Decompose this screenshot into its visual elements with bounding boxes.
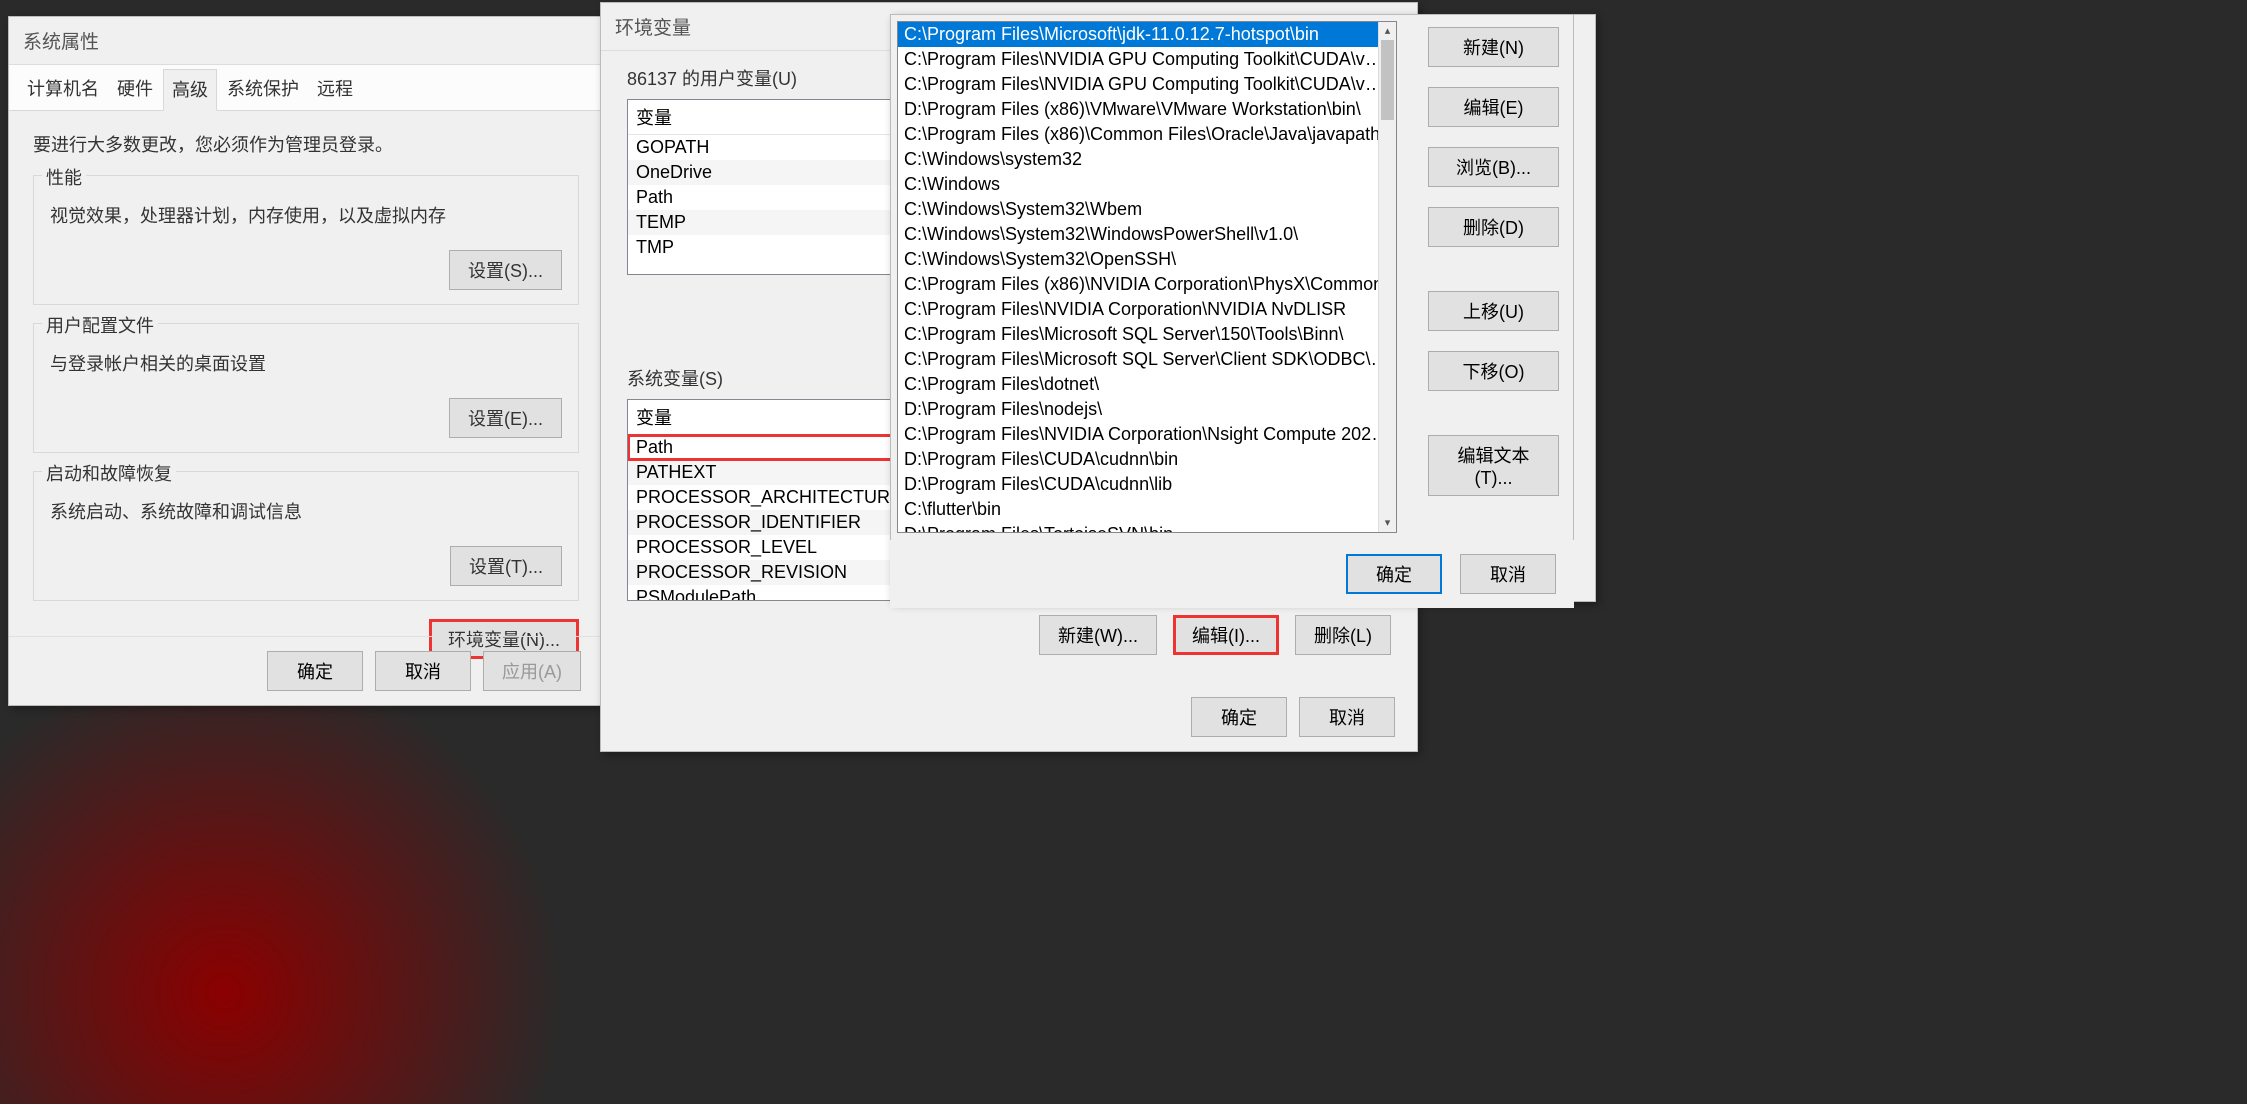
performance-group: 性能 视觉效果，处理器计划，内存使用，以及虚拟内存 设置(S)...	[33, 175, 579, 305]
path-scrollbar[interactable]: ▴ ▾	[1378, 22, 1396, 532]
performance-settings-button[interactable]: 设置(S)...	[449, 250, 562, 290]
path-delete-button[interactable]: 删除(D)	[1428, 207, 1559, 247]
list-item[interactable]: D:\Program Files\TortoiseSVN\bin	[898, 522, 1396, 533]
sysprops-ok-button[interactable]: 确定	[267, 651, 363, 691]
path-movedown-button[interactable]: 下移(O)	[1428, 351, 1559, 391]
tab-advanced[interactable]: 高级	[163, 69, 217, 111]
list-item[interactable]: C:\Program Files\NVIDIA Corporation\Nsig…	[898, 422, 1396, 447]
var-name: PROCESSOR_REVISION	[628, 560, 908, 585]
path-edit-button[interactable]: 编辑(E)	[1428, 87, 1559, 127]
list-item[interactable]: C:\flutter\bin	[898, 497, 1396, 522]
envvars-ok-button[interactable]: 确定	[1191, 697, 1287, 737]
tab-computer-name[interactable]: 计算机名	[19, 69, 107, 110]
startup-desc: 系统启动、系统故障和调试信息	[50, 498, 562, 524]
var-name: PROCESSOR_IDENTIFIER	[628, 510, 908, 535]
user-profile-settings-button[interactable]: 设置(E)...	[449, 398, 562, 438]
admin-note: 要进行大多数更改，您必须作为管理员登录。	[33, 131, 579, 157]
sysprops-button-row: 确定 取消 应用(A)	[9, 636, 603, 705]
var-name: TEMP	[628, 210, 908, 235]
edit-path-side-buttons: 新建(N) 编辑(E) 浏览(B)... 删除(D) 上移(U) 下移(O) 编…	[1414, 14, 1574, 602]
list-item[interactable]: C:\Windows\System32\Wbem	[898, 197, 1396, 222]
list-item[interactable]: C:\Program Files (x86)\NVIDIA Corporatio…	[898, 272, 1396, 297]
list-item[interactable]: C:\Windows	[898, 172, 1396, 197]
sysprops-title: 系统属性	[9, 17, 603, 65]
var-name: PSModulePath	[628, 585, 908, 601]
path-listbox[interactable]: C:\Program Files\Microsoft\jdk-11.0.12.7…	[897, 21, 1397, 533]
list-item[interactable]: C:\Program Files\NVIDIA GPU Computing To…	[898, 72, 1396, 97]
sysprops-tabstrip: 计算机名 硬件 高级 系统保护 远程	[9, 65, 603, 111]
list-item[interactable]: C:\Program Files\dotnet\	[898, 372, 1396, 397]
var-name: Path	[628, 185, 908, 210]
list-item[interactable]: D:\Program Files\CUDA\cudnn\bin	[898, 447, 1396, 472]
var-name: Path	[628, 435, 908, 460]
scroll-thumb[interactable]	[1381, 40, 1394, 120]
sysprops-apply-button[interactable]: 应用(A)	[483, 651, 581, 691]
tab-hardware[interactable]: 硬件	[109, 69, 161, 110]
var-name: PATHEXT	[628, 460, 908, 485]
var-name: PROCESSOR_ARCHITECTURE	[628, 485, 908, 510]
user-profile-legend: 用户配置文件	[42, 312, 158, 338]
sysvar-new-button[interactable]: 新建(W)...	[1039, 615, 1157, 655]
user-profile-desc: 与登录帐户相关的桌面设置	[50, 350, 562, 376]
var-name: GOPATH	[628, 135, 908, 160]
envvars-button-row: 确定 取消	[601, 683, 1417, 751]
list-item[interactable]: C:\Program Files\Microsoft SQL Server\15…	[898, 322, 1396, 347]
startup-recovery-group: 启动和故障恢复 系统启动、系统故障和调试信息 设置(T)...	[33, 471, 579, 601]
sysvar-delete-button[interactable]: 删除(L)	[1295, 615, 1391, 655]
sysprops-cancel-button[interactable]: 取消	[375, 651, 471, 691]
tab-remote[interactable]: 远程	[309, 69, 361, 110]
var-name: OneDrive	[628, 160, 908, 185]
path-ok-button[interactable]: 确定	[1346, 554, 1442, 594]
system-properties-dialog: 系统属性 计算机名 硬件 高级 系统保护 远程 要进行大多数更改，您必须作为管理…	[8, 16, 604, 706]
performance-legend: 性能	[42, 164, 86, 190]
scroll-up-icon[interactable]: ▴	[1379, 22, 1396, 40]
var-name: TMP	[628, 235, 908, 260]
list-item[interactable]: D:\Program Files (x86)\VMware\VMware Wor…	[898, 97, 1396, 122]
envvars-cancel-button[interactable]: 取消	[1299, 697, 1395, 737]
col-var-header[interactable]: 变量	[628, 100, 908, 134]
startup-settings-button[interactable]: 设置(T)...	[450, 546, 562, 586]
path-new-button[interactable]: 新建(N)	[1428, 27, 1559, 67]
list-item[interactable]: C:\Program Files (x86)\Common Files\Orac…	[898, 122, 1396, 147]
list-item[interactable]: D:\Program Files\nodejs\	[898, 397, 1396, 422]
var-name: PROCESSOR_LEVEL	[628, 535, 908, 560]
list-item[interactable]: C:\Windows\System32\WindowsPowerShell\v1…	[898, 222, 1396, 247]
list-item[interactable]: D:\Program Files\CUDA\cudnn\lib	[898, 472, 1396, 497]
user-profile-group: 用户配置文件 与登录帐户相关的桌面设置 设置(E)...	[33, 323, 579, 453]
list-item[interactable]: C:\Program Files\NVIDIA GPU Computing To…	[898, 47, 1396, 72]
path-browse-button[interactable]: 浏览(B)...	[1428, 147, 1559, 187]
sysvar-edit-button[interactable]: 编辑(I)...	[1173, 615, 1279, 655]
path-edittext-button[interactable]: 编辑文本(T)...	[1428, 435, 1559, 496]
edit-path-bottom-buttons: 确定 取消	[890, 540, 1574, 608]
sys-vars-buttons: 新建(W)... 编辑(I)... 删除(L)	[627, 615, 1391, 655]
performance-desc: 视觉效果，处理器计划，内存使用，以及虚拟内存	[50, 202, 562, 228]
list-item[interactable]: C:\Program Files\Microsoft SQL Server\Cl…	[898, 347, 1396, 372]
col-var-header[interactable]: 变量	[628, 400, 908, 434]
startup-legend: 启动和故障恢复	[42, 460, 176, 486]
tab-system-protection[interactable]: 系统保护	[219, 69, 307, 110]
scroll-down-icon[interactable]: ▾	[1379, 514, 1396, 532]
list-item[interactable]: C:\Program Files\NVIDIA Corporation\NVID…	[898, 297, 1396, 322]
path-cancel-button[interactable]: 取消	[1460, 554, 1556, 594]
list-item[interactable]: C:\Program Files\Microsoft\jdk-11.0.12.7…	[898, 22, 1396, 47]
list-item[interactable]: C:\Windows\System32\OpenSSH\	[898, 247, 1396, 272]
list-item[interactable]: C:\Windows\system32	[898, 147, 1396, 172]
sysprops-content: 要进行大多数更改，您必须作为管理员登录。 性能 视觉效果，处理器计划，内存使用，…	[9, 111, 603, 675]
path-moveup-button[interactable]: 上移(U)	[1428, 291, 1559, 331]
